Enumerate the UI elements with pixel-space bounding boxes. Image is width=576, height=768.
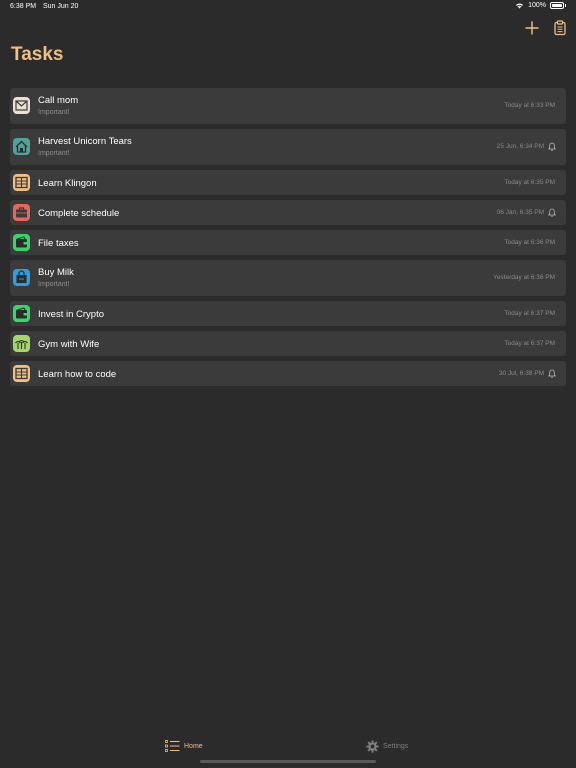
status-indicators: 100% bbox=[515, 2, 566, 9]
task-time: Today at 6:33 PM bbox=[504, 102, 555, 109]
briefcase-icon bbox=[13, 204, 30, 221]
tab-home[interactable]: Home bbox=[165, 737, 203, 755]
task-time: Today at 6:36 PM bbox=[504, 239, 555, 246]
task-title: Gym with Wife bbox=[38, 339, 100, 350]
task-subtitle: Important! bbox=[38, 281, 70, 288]
task-title: Learn Klingon bbox=[38, 178, 97, 189]
task-time: Today at 6:37 PM bbox=[504, 310, 555, 317]
battery-icon bbox=[550, 2, 564, 9]
wifi-icon bbox=[516, 3, 524, 9]
shopping-bag-icon bbox=[13, 269, 30, 286]
task-row[interactable]: Call mom Important! Today at 6:33 PM bbox=[10, 88, 566, 124]
task-row[interactable]: Learn how to code 30 Jul, 6:38 PM bbox=[10, 361, 566, 386]
status-bar: 6:38 PM Sun Jun 20 100% bbox=[0, 0, 576, 14]
envelope-icon bbox=[13, 97, 30, 114]
task-title: Complete schedule bbox=[38, 208, 120, 219]
task-row[interactable]: Harvest Unicorn Tears Important! 25 Jun,… bbox=[10, 129, 566, 165]
bell-icon bbox=[548, 208, 556, 217]
task-subtitle: Important! bbox=[38, 109, 70, 116]
task-title: Call mom bbox=[38, 95, 79, 106]
clipboard-button[interactable] bbox=[550, 18, 570, 38]
task-list: Call mom Important! Today at 6:33 PM Har… bbox=[10, 88, 566, 391]
task-time: Today at 6:35 PM bbox=[504, 179, 555, 186]
battery-percent: 100% bbox=[528, 2, 546, 9]
task-title: File taxes bbox=[38, 238, 79, 249]
plus-icon bbox=[525, 21, 539, 35]
task-title: Harvest Unicorn Tears bbox=[38, 136, 132, 147]
bell-icon bbox=[548, 142, 556, 151]
task-title: Learn how to code bbox=[38, 369, 117, 380]
tab-settings-label: Settings bbox=[383, 742, 409, 750]
task-row[interactable]: Gym with Wife Today at 6:37 PM bbox=[10, 331, 566, 356]
task-time: 30 Jul, 6:38 PM bbox=[498, 370, 544, 377]
tab-home-label: Home bbox=[184, 742, 203, 750]
status-time: 6:38 PM bbox=[10, 3, 37, 10]
book-icon bbox=[13, 365, 30, 382]
home-indicator bbox=[200, 760, 376, 763]
task-row[interactable]: File taxes Today at 6:36 PM bbox=[10, 230, 566, 255]
wallet-icon bbox=[13, 234, 30, 251]
task-title: Buy Milk bbox=[38, 267, 74, 278]
clipboard-icon bbox=[554, 20, 566, 36]
task-time: Yesterday at 6:36 PM bbox=[493, 274, 555, 281]
task-row[interactable]: Complete schedule 06 Jan, 6:35 PM bbox=[10, 200, 566, 225]
gear-icon bbox=[366, 739, 379, 753]
page-title: Tasks bbox=[11, 44, 64, 65]
wallet-icon bbox=[13, 305, 30, 322]
tab-settings[interactable]: Settings bbox=[366, 737, 408, 755]
task-time: 25 Jun, 6:34 PM bbox=[496, 143, 544, 150]
add-task-button[interactable] bbox=[522, 18, 542, 38]
status-date: Sun Jun 20 bbox=[43, 3, 79, 10]
task-title: Invest in Crypto bbox=[38, 309, 104, 320]
house-icon bbox=[13, 138, 30, 155]
task-time: 06 Jan, 6:35 PM bbox=[496, 209, 544, 216]
task-time: Today at 6:37 PM bbox=[504, 340, 555, 347]
list-icon bbox=[165, 740, 180, 752]
task-row[interactable]: Buy Milk Important! Yesterday at 6:36 PM bbox=[10, 260, 566, 296]
task-subtitle: Important! bbox=[38, 150, 70, 157]
book-icon bbox=[13, 174, 30, 191]
task-row[interactable]: Learn Klingon Today at 6:35 PM bbox=[10, 170, 566, 195]
task-row[interactable]: Invest in Crypto Today at 6:37 PM bbox=[10, 301, 566, 326]
bell-icon bbox=[548, 369, 556, 378]
screen: 6:38 PM Sun Jun 20 100% Tasks Call mom I… bbox=[0, 0, 576, 768]
palm-tree-icon bbox=[13, 335, 30, 352]
